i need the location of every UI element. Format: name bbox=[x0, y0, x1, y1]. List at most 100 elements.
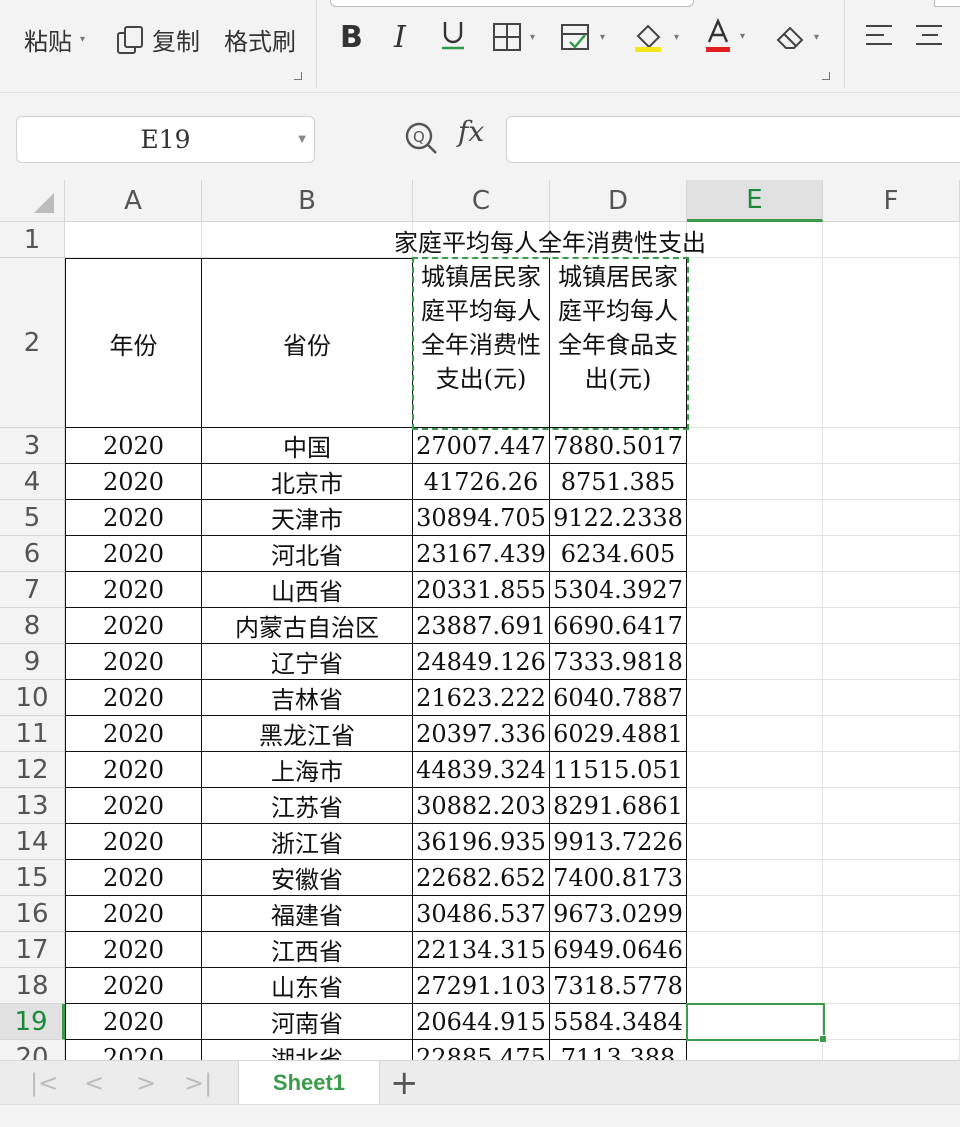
cell-year[interactable]: 2020 bbox=[65, 788, 202, 824]
align-middle-button[interactable] bbox=[914, 22, 944, 50]
cell-f2[interactable] bbox=[823, 258, 960, 428]
cell-f10[interactable] bbox=[823, 680, 960, 716]
cell-f17[interactable] bbox=[823, 932, 960, 968]
cell-year[interactable]: 2020 bbox=[65, 536, 202, 572]
header-province[interactable]: 省份 bbox=[202, 258, 413, 428]
insert-function-button[interactable]: fx bbox=[458, 115, 484, 148]
clear-format-button[interactable]: ▾ bbox=[774, 22, 819, 52]
cell-province[interactable]: 黑龙江省 bbox=[202, 716, 413, 752]
column-header-a[interactable]: A bbox=[65, 180, 202, 222]
cell-consumption[interactable]: 27007.447 bbox=[413, 428, 550, 464]
cell-province[interactable]: 吉林省 bbox=[202, 680, 413, 716]
cell-food[interactable]: 9122.2338 bbox=[550, 500, 687, 536]
cell-province[interactable]: 山西省 bbox=[202, 572, 413, 608]
cell-consumption[interactable]: 41726.26 bbox=[413, 464, 550, 500]
cell-food[interactable]: 5304.3927 bbox=[550, 572, 687, 608]
row-header-9[interactable]: 9 bbox=[0, 644, 65, 680]
cell-food[interactable]: 9913.7226 bbox=[550, 824, 687, 860]
cell-e9[interactable] bbox=[687, 644, 823, 680]
cell-food[interactable]: 9673.0299 bbox=[550, 896, 687, 932]
borders-button[interactable]: ▾ bbox=[492, 22, 535, 52]
copy-button[interactable]: 复制 bbox=[116, 22, 200, 57]
cell-f7[interactable] bbox=[823, 572, 960, 608]
cell-e16[interactable] bbox=[687, 896, 823, 932]
cell-year[interactable]: 2020 bbox=[65, 932, 202, 968]
cell-e3[interactable] bbox=[687, 428, 823, 464]
spreadsheet-grid[interactable]: A B C D E F 1 2 3 4 5 6 7 8 9 10 11 12 13 14 15 16 17 18 19 20 家庭平… bbox=[0, 180, 960, 1060]
cell-e2[interactable] bbox=[687, 258, 823, 428]
cell-consumption[interactable]: 36196.935 bbox=[413, 824, 550, 860]
cell-e20[interactable] bbox=[687, 1040, 823, 1060]
column-header-e[interactable]: E bbox=[687, 180, 823, 222]
paste-button[interactable]: 粘贴 ▾ bbox=[24, 22, 85, 57]
cell-year[interactable]: 2020 bbox=[65, 644, 202, 680]
fill-color-button[interactable]: ▾ bbox=[632, 20, 679, 54]
cell-province[interactable]: 上海市 bbox=[202, 752, 413, 788]
row-header-3[interactable]: 3 bbox=[0, 428, 65, 464]
cell-consumption[interactable]: 23167.439 bbox=[413, 536, 550, 572]
cell-e18[interactable] bbox=[687, 968, 823, 1004]
cell-province[interactable]: 北京市 bbox=[202, 464, 413, 500]
row-header-7[interactable]: 7 bbox=[0, 572, 65, 608]
cell-f13[interactable] bbox=[823, 788, 960, 824]
cell-e5[interactable] bbox=[687, 500, 823, 536]
row-header-14[interactable]: 14 bbox=[0, 824, 65, 860]
cell-e8[interactable] bbox=[687, 608, 823, 644]
cell-f14[interactable] bbox=[823, 824, 960, 860]
cell-f12[interactable] bbox=[823, 752, 960, 788]
cell-e4[interactable] bbox=[687, 464, 823, 500]
cell-f1[interactable] bbox=[823, 222, 960, 258]
cell-food[interactable]: 7880.5017 bbox=[550, 428, 687, 464]
prev-sheet-icon[interactable]: < bbox=[84, 1069, 104, 1097]
cell-e7[interactable] bbox=[687, 572, 823, 608]
cell-consumption[interactable]: 20331.855 bbox=[413, 572, 550, 608]
cell-year[interactable]: 2020 bbox=[65, 716, 202, 752]
cell-f15[interactable] bbox=[823, 860, 960, 896]
cell-food[interactable]: 7333.9818 bbox=[550, 644, 687, 680]
cell-consumption[interactable]: 44839.324 bbox=[413, 752, 550, 788]
cell-year[interactable]: 2020 bbox=[65, 824, 202, 860]
cell-province[interactable]: 湖北省 bbox=[202, 1040, 413, 1060]
column-header-d[interactable]: D bbox=[550, 180, 687, 222]
format-painter-button[interactable]: 格式刷 bbox=[224, 22, 296, 57]
font-color-button[interactable]: ▾ bbox=[704, 18, 745, 54]
cell-food[interactable]: 7318.5778 bbox=[550, 968, 687, 1004]
cell-province[interactable]: 安徽省 bbox=[202, 860, 413, 896]
cell-e19[interactable] bbox=[687, 1004, 823, 1040]
italic-button[interactable]: I bbox=[394, 20, 406, 55]
row-header-8[interactable]: 8 bbox=[0, 608, 65, 644]
cell-province[interactable]: 天津市 bbox=[202, 500, 413, 536]
column-header-f[interactable]: F bbox=[823, 180, 960, 222]
cell-consumption[interactable]: 21623.222 bbox=[413, 680, 550, 716]
cell-e13[interactable] bbox=[687, 788, 823, 824]
header-food[interactable]: 城镇居民家庭平均每人全年食品支出(元) bbox=[550, 258, 687, 428]
zoom-search-icon[interactable]: Q bbox=[404, 121, 438, 155]
cell-consumption[interactable]: 20397.336 bbox=[413, 716, 550, 752]
column-header-c[interactable]: C bbox=[413, 180, 550, 222]
sheet-tab-active[interactable]: Sheet1 bbox=[238, 1061, 380, 1105]
row-header-11[interactable]: 11 bbox=[0, 716, 65, 752]
name-box[interactable]: E19 ▼ bbox=[16, 116, 315, 163]
row-header-6[interactable]: 6 bbox=[0, 536, 65, 572]
cell-consumption[interactable]: 22682.652 bbox=[413, 860, 550, 896]
row-header-10[interactable]: 10 bbox=[0, 680, 65, 716]
row-header-12[interactable]: 12 bbox=[0, 752, 65, 788]
cell-consumption[interactable]: 30486.537 bbox=[413, 896, 550, 932]
cell-consumption[interactable]: 20644.915 bbox=[413, 1004, 550, 1040]
cell-province[interactable]: 河北省 bbox=[202, 536, 413, 572]
align-top-button[interactable] bbox=[864, 22, 894, 50]
cell-province[interactable]: 内蒙古自治区 bbox=[202, 608, 413, 644]
cell-food[interactable]: 8751.385 bbox=[550, 464, 687, 500]
cell-b1[interactable] bbox=[202, 222, 413, 258]
select-all-button[interactable] bbox=[0, 180, 65, 222]
next-sheet-icon[interactable]: > bbox=[136, 1069, 156, 1097]
cell-province[interactable]: 福建省 bbox=[202, 896, 413, 932]
chevron-down-icon[interactable]: ▼ bbox=[298, 134, 306, 145]
clipboard-dialog-launcher-icon[interactable] bbox=[294, 72, 302, 80]
underline-button[interactable] bbox=[440, 18, 466, 52]
cell-f6[interactable] bbox=[823, 536, 960, 572]
cell-food[interactable]: 8291.6861 bbox=[550, 788, 687, 824]
cell-province[interactable]: 河南省 bbox=[202, 1004, 413, 1040]
cell-year[interactable]: 2020 bbox=[65, 860, 202, 896]
first-sheet-icon[interactable]: |< bbox=[30, 1069, 58, 1097]
